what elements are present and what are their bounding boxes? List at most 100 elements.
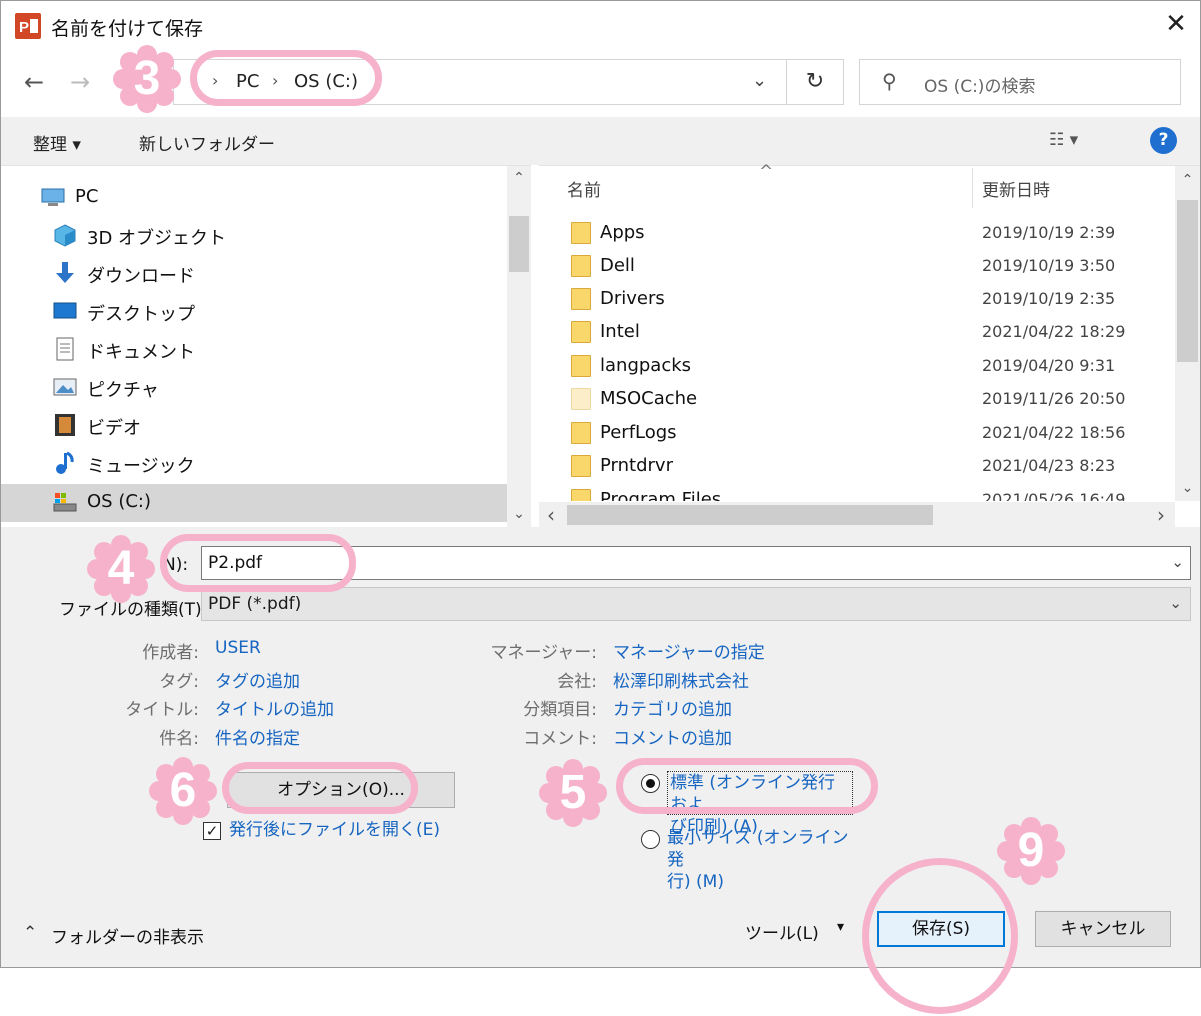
radio-minimum[interactable]	[641, 830, 660, 849]
badge-number: 4	[107, 542, 135, 595]
svg-text:P: P	[19, 19, 29, 36]
folder-icon	[571, 288, 591, 310]
folder-icon	[571, 455, 591, 477]
tree-item-pc[interactable]: PC	[1, 179, 507, 217]
view-options-icon[interactable]: ☷ ▾	[1049, 130, 1078, 150]
tree-item-pictures[interactable]: ピクチャ	[1, 369, 507, 407]
file-row[interactable]: MSOCache 2019/11/26 20:50	[569, 383, 1169, 416]
scroll-up-icon[interactable]: ⌃	[507, 170, 531, 186]
organize-menu[interactable]: 整理 ▾	[33, 130, 81, 155]
title-bar: P 名前を付けて保存 ✕	[1, 1, 1200, 49]
tools-dropdown-icon[interactable]: ▾	[837, 919, 844, 935]
column-header-name[interactable]: 名前	[567, 176, 601, 201]
file-date: 2019/11/26 20:50	[982, 389, 1126, 408]
scroll-thumb[interactable]	[567, 505, 933, 525]
forward-arrow-icon[interactable]: →	[65, 67, 95, 97]
file-row[interactable]: PerfLogs 2021/04/22 18:56	[569, 417, 1169, 450]
file-list-hscrollbar[interactable]: ‹ ›	[539, 502, 1175, 528]
scroll-thumb[interactable]	[1177, 200, 1198, 362]
filename-dropdown-icon[interactable]: ⌄	[1171, 553, 1184, 571]
search-icon: ⚲	[882, 69, 897, 93]
radio-minimum-label[interactable]: 最小サイズ (オンライン発 行) (M)	[667, 827, 857, 893]
help-icon[interactable]: ?	[1150, 127, 1177, 154]
scroll-left-icon[interactable]: ‹	[543, 505, 559, 525]
filetype-select[interactable]: PDF (*.pdf) ⌄	[201, 587, 1191, 621]
scroll-down-icon[interactable]: ⌄	[507, 506, 531, 522]
meta-subject-value[interactable]: 件名の指定	[215, 724, 300, 749]
save-options-panel: N): P2.pdf ⌄ ファイルの種類(T): PDF (*.pdf) ⌄ 作…	[1, 527, 1200, 967]
tree-item-desktop[interactable]: デスクトップ	[1, 293, 507, 331]
hide-folders-toggle[interactable]: フォルダーの非表示	[51, 923, 204, 948]
folder-icon	[571, 255, 591, 277]
tree-item-label: ビデオ	[87, 418, 141, 439]
search-box[interactable]: ⚲ OS (C:)の検索	[859, 59, 1181, 105]
file-row[interactable]: Prntdrvr 2021/04/23 8:23	[569, 450, 1169, 483]
tree-item-downloads[interactable]: ダウンロード	[1, 255, 507, 293]
download-icon	[56, 262, 74, 283]
meta-company-value[interactable]: 松澤印刷株式会社	[613, 667, 749, 692]
radio-minimum-line2: 行) (M)	[667, 872, 724, 892]
search-placeholder: OS (C:)の検索	[924, 77, 1036, 97]
window-title: 名前を付けて保存	[51, 18, 204, 40]
annotation-badge-5: 5	[538, 758, 608, 828]
filetype-value: PDF (*.pdf)	[208, 594, 302, 614]
radio-minimum-line1: 最小サイズ (オンライン発	[667, 828, 849, 870]
meta-title-key: タイトル:	[125, 700, 199, 720]
file-date: 2019/10/19 2:35	[982, 289, 1116, 308]
scroll-right-icon[interactable]: ›	[1153, 505, 1169, 525]
filetype-dropdown-icon: ⌄	[1169, 594, 1182, 612]
file-name: langpacks	[600, 355, 692, 376]
meta-comment-value[interactable]: コメントの追加	[613, 724, 732, 749]
new-folder-button[interactable]: 新しいフォルダー	[139, 130, 275, 155]
meta-author-value[interactable]: USER	[215, 638, 261, 658]
pc-icon	[41, 188, 65, 206]
close-icon[interactable]: ✕	[1161, 9, 1191, 39]
tree-item-label: デスクトップ	[87, 304, 195, 325]
scroll-up-icon[interactable]: ⌃	[1175, 172, 1200, 188]
meta-comment-key: コメント:	[523, 729, 597, 749]
meta-category-value[interactable]: カテゴリの追加	[613, 695, 732, 720]
scroll-down-icon[interactable]: ⌄	[1175, 480, 1200, 496]
tree-item-label: 3D オブジェクト	[87, 228, 227, 249]
highlight-standard-radio	[616, 758, 878, 814]
drive-icon	[53, 493, 77, 512]
back-arrow-icon[interactable]: ←	[19, 67, 49, 97]
meta-tags-value[interactable]: タグの追加	[215, 667, 300, 692]
file-name: Prntdrvr	[600, 455, 673, 476]
tree-item-label: ドキュメント	[87, 342, 195, 363]
file-list-vscrollbar[interactable]: ⌃ ⌄	[1175, 166, 1200, 501]
meta-title-value[interactable]: タイトルの追加	[215, 695, 334, 720]
tree-item-label: ダウンロード	[87, 266, 195, 287]
file-date: 2021/04/22 18:29	[982, 322, 1126, 341]
file-row[interactable]: langpacks 2019/04/20 9:31	[569, 350, 1169, 383]
file-row[interactable]: Drivers 2019/10/19 2:35	[569, 283, 1169, 316]
tree-item-videos[interactable]: ビデオ	[1, 407, 507, 445]
open-after-publish-label[interactable]: 発行後にファイルを開く(E)	[229, 819, 440, 841]
cancel-button[interactable]: キャンセル	[1035, 911, 1171, 947]
powerpoint-app-icon: P	[15, 13, 41, 39]
file-row[interactable]: Apps 2019/10/19 2:39	[569, 217, 1169, 250]
tools-menu[interactable]: ツール(L)	[745, 919, 819, 944]
annotation-badge-9: 9	[996, 816, 1066, 886]
column-header-date[interactable]: 更新日時	[982, 176, 1050, 201]
hide-folders-icon[interactable]: ⌃	[23, 923, 37, 943]
tree-item-music[interactable]: ミュージック	[1, 445, 507, 483]
refresh-button[interactable]: ↻	[787, 59, 844, 105]
meta-manager-value[interactable]: マネージャーの指定	[613, 638, 765, 663]
tree-item-label: PC	[75, 186, 99, 207]
command-bar: 整理 ▾ 新しいフォルダー ☷ ▾ ?	[1, 117, 1200, 165]
column-separator	[972, 168, 973, 208]
highlight-options-button	[222, 762, 418, 814]
file-row[interactable]: Dell 2019/10/19 3:50	[569, 250, 1169, 283]
file-row[interactable]: Intel 2021/04/22 18:29	[569, 316, 1169, 349]
picture-icon	[53, 378, 77, 396]
file-row[interactable]: Program Files 2021/05/26 16:49	[569, 484, 1169, 501]
tree-item-os-drive[interactable]: OS (C:)	[1, 484, 507, 522]
file-name: Dell	[600, 255, 635, 276]
tree-item-label: ピクチャ	[87, 380, 159, 401]
scroll-thumb[interactable]	[509, 216, 529, 272]
tree-scrollbar[interactable]: ⌃ ⌄	[507, 166, 531, 528]
tree-item-3d-objects[interactable]: 3D オブジェクト	[1, 217, 507, 255]
tree-item-documents[interactable]: ドキュメント	[1, 331, 507, 369]
address-dropdown-icon[interactable]: ⌄	[752, 70, 767, 91]
